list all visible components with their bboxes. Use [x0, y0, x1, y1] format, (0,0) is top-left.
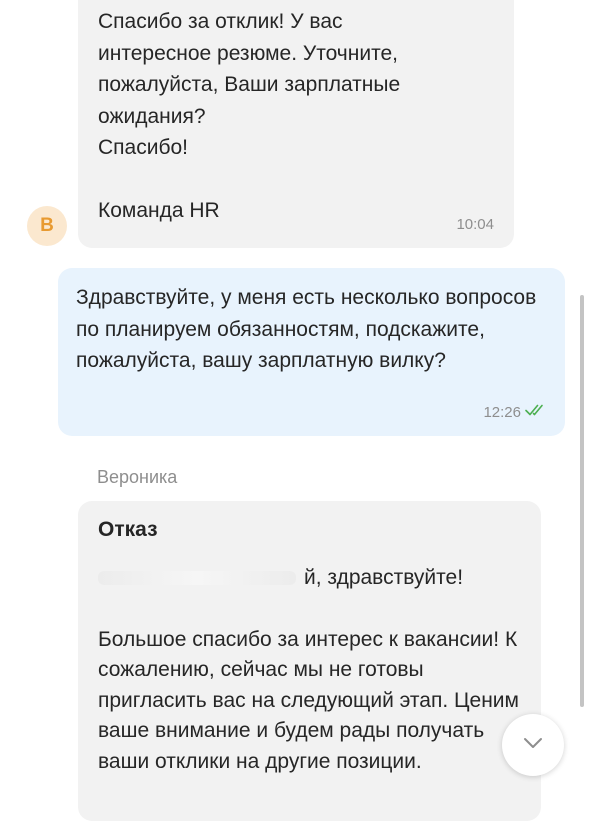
message-time: 10:04 — [456, 216, 494, 233]
message-meta: 12:26 — [483, 403, 547, 422]
scrollbar-thumb[interactable] — [580, 295, 584, 707]
chevron-down-icon — [522, 736, 544, 755]
message-title: Отказ — [98, 518, 158, 541]
greeting-text: й, здравствуйте! — [304, 566, 464, 589]
scroll-down-button[interactable] — [502, 714, 564, 776]
incoming-message-rejection[interactable]: Отказ й, здравствуйте! Большое спасибо з… — [78, 501, 541, 821]
redacted-name — [98, 570, 296, 585]
incoming-message-hr[interactable]: Спасибо за отклик! У вас интересное резю… — [78, 0, 514, 248]
avatar[interactable]: В — [27, 206, 67, 246]
message-text: Спасибо за отклик! У вас интересное резю… — [98, 10, 401, 222]
message-text: Здравствуйте, у меня есть несколько вопр… — [76, 286, 537, 372]
message-body: Большое спасибо за интерес к вакансии! К… — [98, 627, 519, 773]
avatar-letter: В — [40, 215, 54, 236]
outgoing-message[interactable]: Здравствуйте, у меня есть несколько вопр… — [58, 268, 565, 436]
sender-name: Вероника — [97, 467, 178, 487]
double-check-icon — [525, 403, 547, 422]
message-greeting: й, здравствуйте! — [98, 562, 521, 594]
message-time: 12:26 — [483, 404, 521, 421]
